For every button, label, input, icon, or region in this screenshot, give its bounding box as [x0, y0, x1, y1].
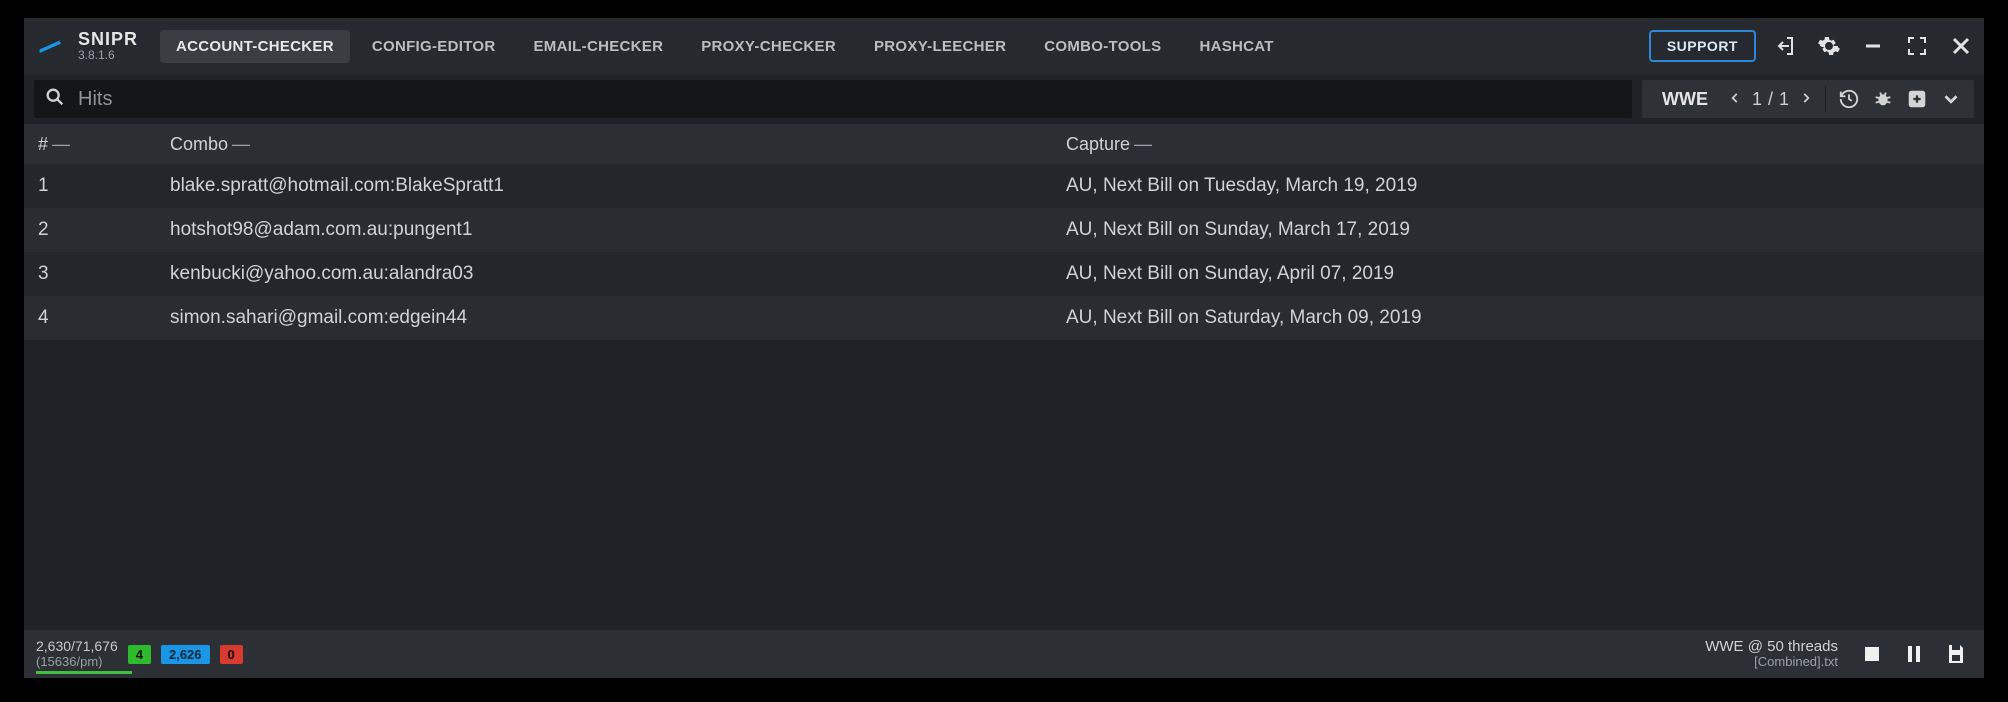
history-icon[interactable]: [1834, 84, 1864, 114]
app-window: SNIPR 3.8.1.6 ACCOUNT-CHECKER CONFIG-EDI…: [24, 18, 1984, 678]
pause-icon[interactable]: [1898, 638, 1930, 670]
table-row[interactable]: 4 simon.sahari@gmail.com:edgein44 AU, Ne…: [24, 296, 1984, 340]
logout-icon[interactable]: [1770, 31, 1800, 61]
pager: 1 / 1: [1724, 87, 1817, 112]
status-right: WWE @ 50 threads [Combined].txt: [1705, 638, 1838, 670]
cell-capture: AU, Next Bill on Sunday, April 07, 2019: [1066, 263, 1984, 285]
cell-index: 2: [24, 219, 170, 241]
table-body: 1 blake.spratt@hotmail.com:BlakeSpratt1 …: [24, 164, 1984, 340]
pager-sep: /: [1768, 89, 1773, 110]
table-row[interactable]: 1 blake.spratt@hotmail.com:BlakeSpratt1 …: [24, 164, 1984, 208]
search-wrap: [34, 80, 1632, 118]
badge-checked: 2,626: [161, 645, 210, 664]
status-file: [Combined].txt: [1705, 655, 1838, 670]
support-button[interactable]: SUPPORT: [1649, 30, 1756, 62]
tab-combo-tools[interactable]: COMBO-TOOLS: [1028, 30, 1177, 63]
tab-email-checker[interactable]: EMAIL-CHECKER: [517, 30, 679, 63]
table-header: #— Combo— Capture—: [24, 124, 1984, 164]
chevron-right-icon[interactable]: [1795, 87, 1817, 112]
col-capture[interactable]: Capture—: [1066, 134, 1984, 155]
tab-account-checker[interactable]: ACCOUNT-CHECKER: [160, 30, 350, 63]
gear-icon[interactable]: [1814, 31, 1844, 61]
tab-config-editor[interactable]: CONFIG-EDITOR: [356, 30, 512, 63]
title-bar: SNIPR 3.8.1.6 ACCOUNT-CHECKER CONFIG-EDI…: [24, 18, 1984, 74]
search-input[interactable]: [78, 88, 1622, 111]
bug-icon[interactable]: [1868, 84, 1898, 114]
brand-name: SNIPR: [78, 30, 138, 49]
status-bar: 2,630/71,676 (15636/pm) 4 2,626 0 WWE @ …: [24, 630, 1984, 678]
separator: [1825, 86, 1826, 112]
pager-total: 1: [1779, 89, 1789, 110]
filter-right: WWE 1 / 1: [1642, 80, 1974, 118]
cell-capture: AU, Next Bill on Sunday, March 17, 2019: [1066, 219, 1984, 241]
cell-capture: AU, Next Bill on Tuesday, March 19, 2019: [1066, 175, 1984, 197]
cell-combo: kenbucki@yahoo.com.au:alandra03: [170, 263, 1066, 285]
maximize-icon[interactable]: [1902, 31, 1932, 61]
pager-current: 1: [1752, 89, 1762, 110]
badge-hits: 4: [128, 645, 151, 664]
plus-box-icon[interactable]: [1902, 84, 1932, 114]
col-combo[interactable]: Combo—: [170, 134, 1066, 155]
table-row[interactable]: 3 kenbucki@yahoo.com.au:alandra03 AU, Ne…: [24, 252, 1984, 296]
progress-text: 2,630/71,676 (15636/pm): [36, 639, 118, 669]
stop-icon[interactable]: [1856, 638, 1888, 670]
cell-index: 4: [24, 307, 170, 329]
tab-proxy-checker[interactable]: PROXY-CHECKER: [685, 30, 852, 63]
minimize-icon[interactable]: [1858, 31, 1888, 61]
cell-combo: hotshot98@adam.com.au:pungent1: [170, 219, 1066, 241]
cell-index: 3: [24, 263, 170, 285]
badge-bad: 0: [220, 645, 243, 664]
brand-version: 3.8.1.6: [78, 49, 138, 62]
col-index[interactable]: #—: [24, 134, 170, 155]
progress-count: 2,630/71,676: [36, 639, 118, 654]
brand-block: SNIPR 3.8.1.6: [78, 30, 138, 61]
tab-hashcat[interactable]: HASHCAT: [1183, 30, 1289, 63]
tab-proxy-leecher[interactable]: PROXY-LEECHER: [858, 30, 1022, 63]
close-icon[interactable]: [1946, 31, 1976, 61]
save-icon[interactable]: [1940, 638, 1972, 670]
chevron-down-icon[interactable]: [1936, 84, 1966, 114]
cell-combo: simon.sahari@gmail.com:edgein44: [170, 307, 1066, 329]
results-table: #— Combo— Capture— 1 blake.spratt@hotmai…: [24, 124, 1984, 630]
table-row[interactable]: 2 hotshot98@adam.com.au:pungent1 AU, Nex…: [24, 208, 1984, 252]
app-logo-icon: [36, 32, 64, 60]
filter-bar: WWE 1 / 1: [24, 74, 1984, 124]
progress-rate: (15636/pm): [36, 655, 118, 669]
status-threads: WWE @ 50 threads: [1705, 638, 1838, 655]
search-icon: [44, 86, 66, 113]
cell-combo: blake.spratt@hotmail.com:BlakeSpratt1: [170, 175, 1066, 197]
cell-capture: AU, Next Bill on Saturday, March 09, 201…: [1066, 307, 1984, 329]
nav-tabs: ACCOUNT-CHECKER CONFIG-EDITOR EMAIL-CHEC…: [160, 30, 1290, 63]
chevron-left-icon[interactable]: [1724, 87, 1746, 112]
config-label[interactable]: WWE: [1650, 89, 1720, 110]
cell-index: 1: [24, 175, 170, 197]
